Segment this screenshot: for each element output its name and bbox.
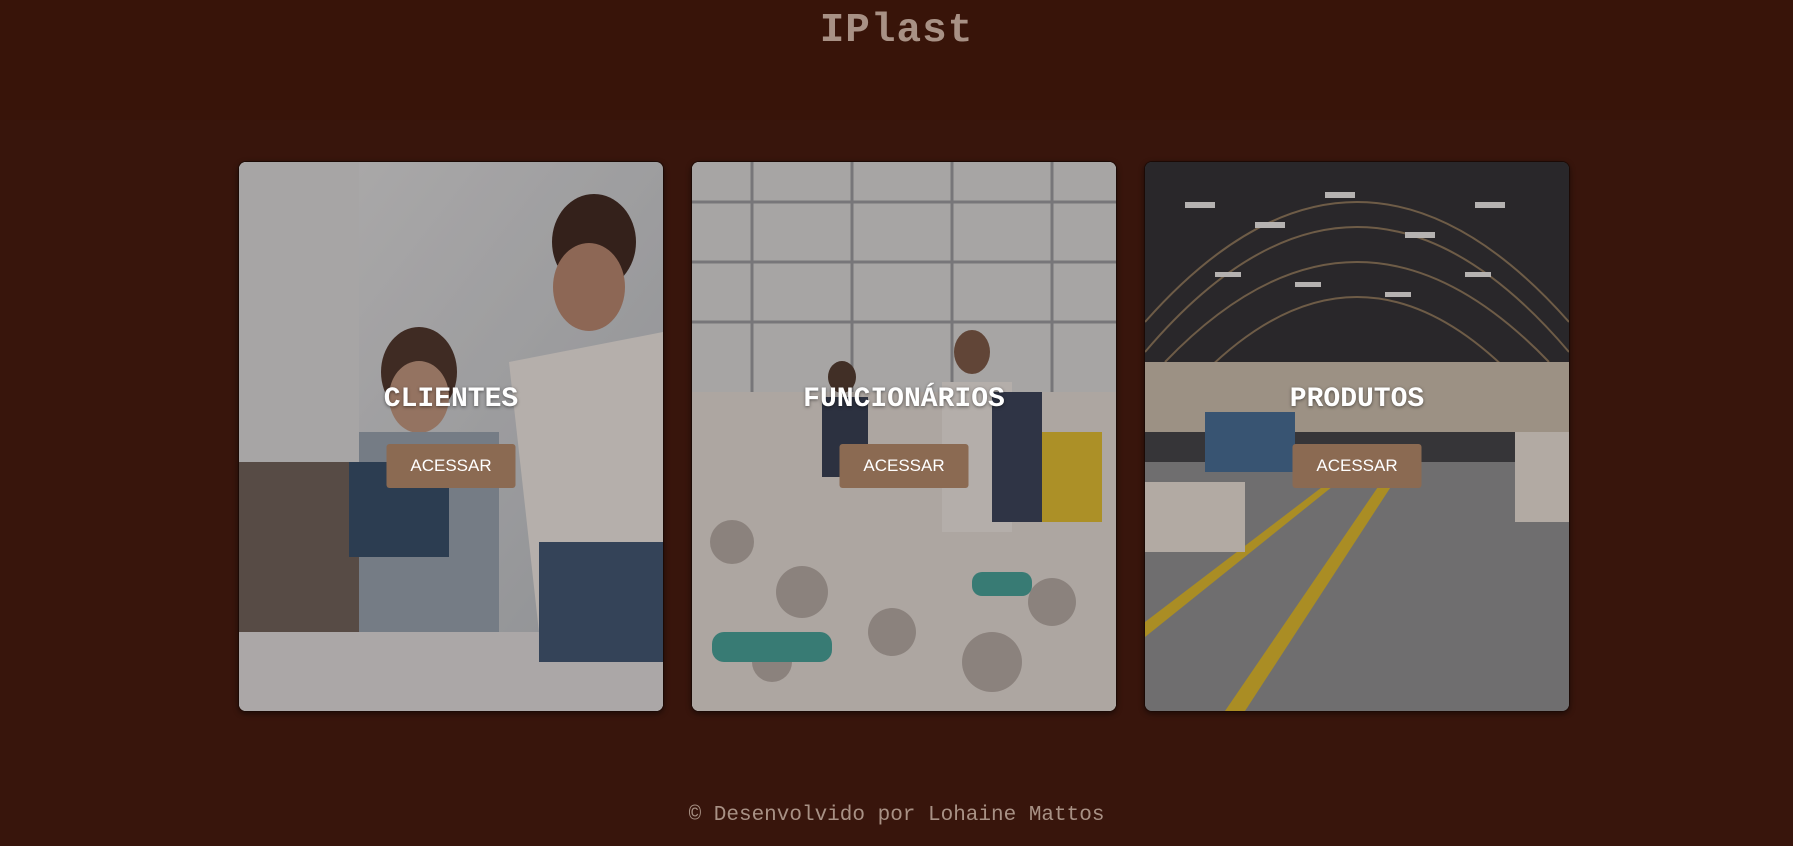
card-grid: CLIENTES ACESSAR FUNCIONÁRIOS ACESSAR PR… xyxy=(238,161,1570,712)
image-overlay xyxy=(1145,162,1569,711)
card-produtos: PRODUTOS ACESSAR xyxy=(1144,161,1570,712)
acessar-clientes-button[interactable]: ACESSAR xyxy=(386,444,516,488)
site-brand[interactable]: IPlast xyxy=(0,8,1793,54)
image-overlay xyxy=(239,162,663,711)
card-title: FUNCIONÁRIOS xyxy=(803,384,1005,415)
image-overlay xyxy=(692,162,1116,711)
acessar-funcionarios-button[interactable]: ACESSAR xyxy=(839,444,969,488)
card-title: CLIENTES xyxy=(383,384,519,415)
card-title: PRODUTOS xyxy=(1289,384,1425,415)
site-footer: © Desenvolvido por Lohaine Mattos xyxy=(688,804,1105,827)
card-funcionarios: FUNCIONÁRIOS ACESSAR xyxy=(691,161,1117,712)
card-clientes: CLIENTES ACESSAR xyxy=(238,161,664,712)
site-header: IPlast xyxy=(0,0,1793,120)
acessar-produtos-button[interactable]: ACESSAR xyxy=(1292,444,1422,488)
